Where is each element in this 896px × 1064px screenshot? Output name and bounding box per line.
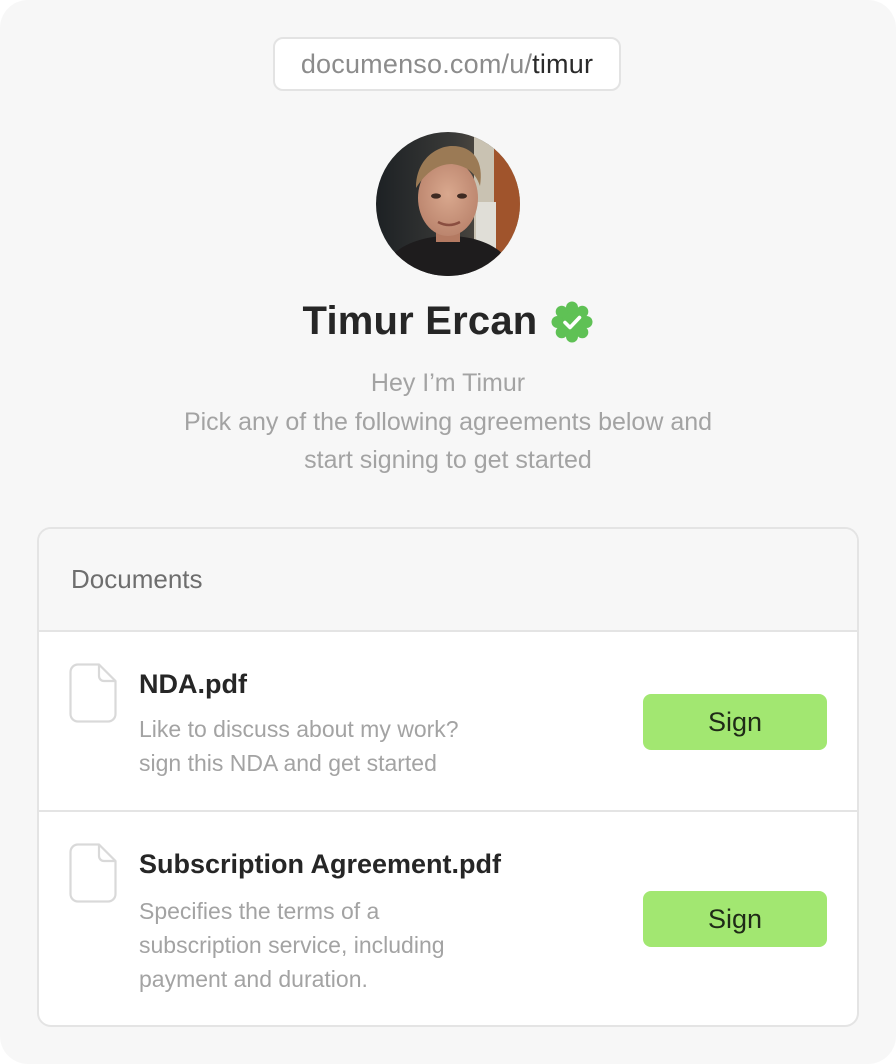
documents-card: Documents NDA.pdf Like to discuss about … — [37, 527, 859, 1027]
documents-heading: Documents — [39, 529, 857, 632]
profile-bio: Hey I’m Timur Pick any of the following … — [0, 364, 896, 480]
bio-line: Hey I’m Timur — [370, 369, 526, 397]
profile-name-row: Timur Ercan — [0, 292, 896, 350]
file-icon — [69, 843, 117, 903]
avatar — [376, 132, 520, 276]
bio-line: start signing to get started — [304, 446, 592, 474]
profile-page: documenso.com/u/timur Timur Ercan Hey I’… — [0, 0, 896, 1064]
description-line: payment and duration. — [139, 966, 368, 992]
document-description: Specifies the terms of a subscription se… — [139, 894, 519, 996]
avatar-photo — [376, 132, 520, 276]
document-title: Subscription Agreement.pdf — [139, 849, 502, 879]
document-title: NDA.pdf — [139, 669, 247, 699]
file-icon — [69, 663, 117, 723]
verified-check-badge-icon — [551, 301, 593, 343]
bio-line: Pick any of the following agreements bel… — [183, 407, 713, 436]
description-line: subscription service, including — [139, 932, 445, 958]
document-description: Like to discuss about my work? sign this… — [139, 712, 519, 780]
profile-url-prefix: documenso.com/u/ — [300, 48, 533, 79]
document-row-subscription-agreement: Subscription Agreement.pdf Specifies the… — [39, 812, 857, 1025]
sign-subscription-agreement-button[interactable]: Sign — [643, 891, 827, 947]
profile-name: Timur Ercan — [302, 298, 538, 343]
profile-url-pill[interactable]: documenso.com/u/timur — [273, 37, 621, 91]
document-row-nda: NDA.pdf Like to discuss about my work? s… — [39, 632, 857, 812]
description-line: sign this NDA and get started — [139, 750, 437, 776]
description-line: Specifies the terms of a — [139, 898, 380, 924]
description-line: Like to discuss about my work? — [139, 716, 459, 742]
sign-nda-button[interactable]: Sign — [643, 694, 827, 750]
profile-url-username: timur — [532, 48, 594, 79]
